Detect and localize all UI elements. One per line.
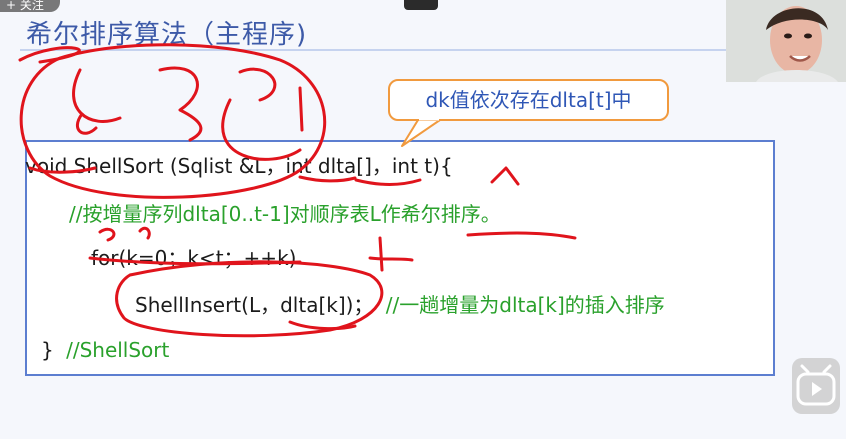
- code-line-comment-purpose: //按增量序列dlta[0..t-1]对顺序表L作希尔排序。: [69, 202, 501, 226]
- title-divider: [20, 49, 730, 51]
- top-overlay-tab[interactable]: [404, 0, 438, 10]
- shellinsert-call: ShellInsert(L，dlta[k])；: [135, 293, 374, 317]
- closing-brace: }: [41, 338, 54, 362]
- presenter-avatar: [726, 0, 846, 82]
- code-line-closing: } //ShellSort: [41, 338, 169, 362]
- code-line-for-loop: for(k=0；k<t；++k): [91, 246, 297, 270]
- shellinsert-comment: //一趟增量为dlta[k]的插入排序: [385, 293, 665, 317]
- code-line-shellinsert: ShellInsert(L，dlta[k])； //一趟增量为dlta[k]的插…: [135, 289, 665, 318]
- callout-note: dk值依次存在dlta[t]中: [388, 79, 669, 121]
- play-icon: [796, 364, 836, 406]
- slide-title: 希尔排序算法（主程序): [26, 20, 308, 50]
- code-block: void ShellSort (Sqlist &L，int dlta[]，int…: [25, 140, 775, 376]
- play-button[interactable]: [792, 358, 840, 414]
- code-line-signature: void ShellSort (Sqlist &L，int dlta[]，int…: [25, 154, 453, 178]
- follow-button[interactable]: + 关注: [0, 0, 60, 12]
- presenter-webcam: [726, 0, 846, 82]
- lecture-slide: 希尔排序算法（主程序) void ShellSort (Sqlist &L，in…: [0, 0, 846, 439]
- closing-comment: //ShellSort: [66, 338, 170, 362]
